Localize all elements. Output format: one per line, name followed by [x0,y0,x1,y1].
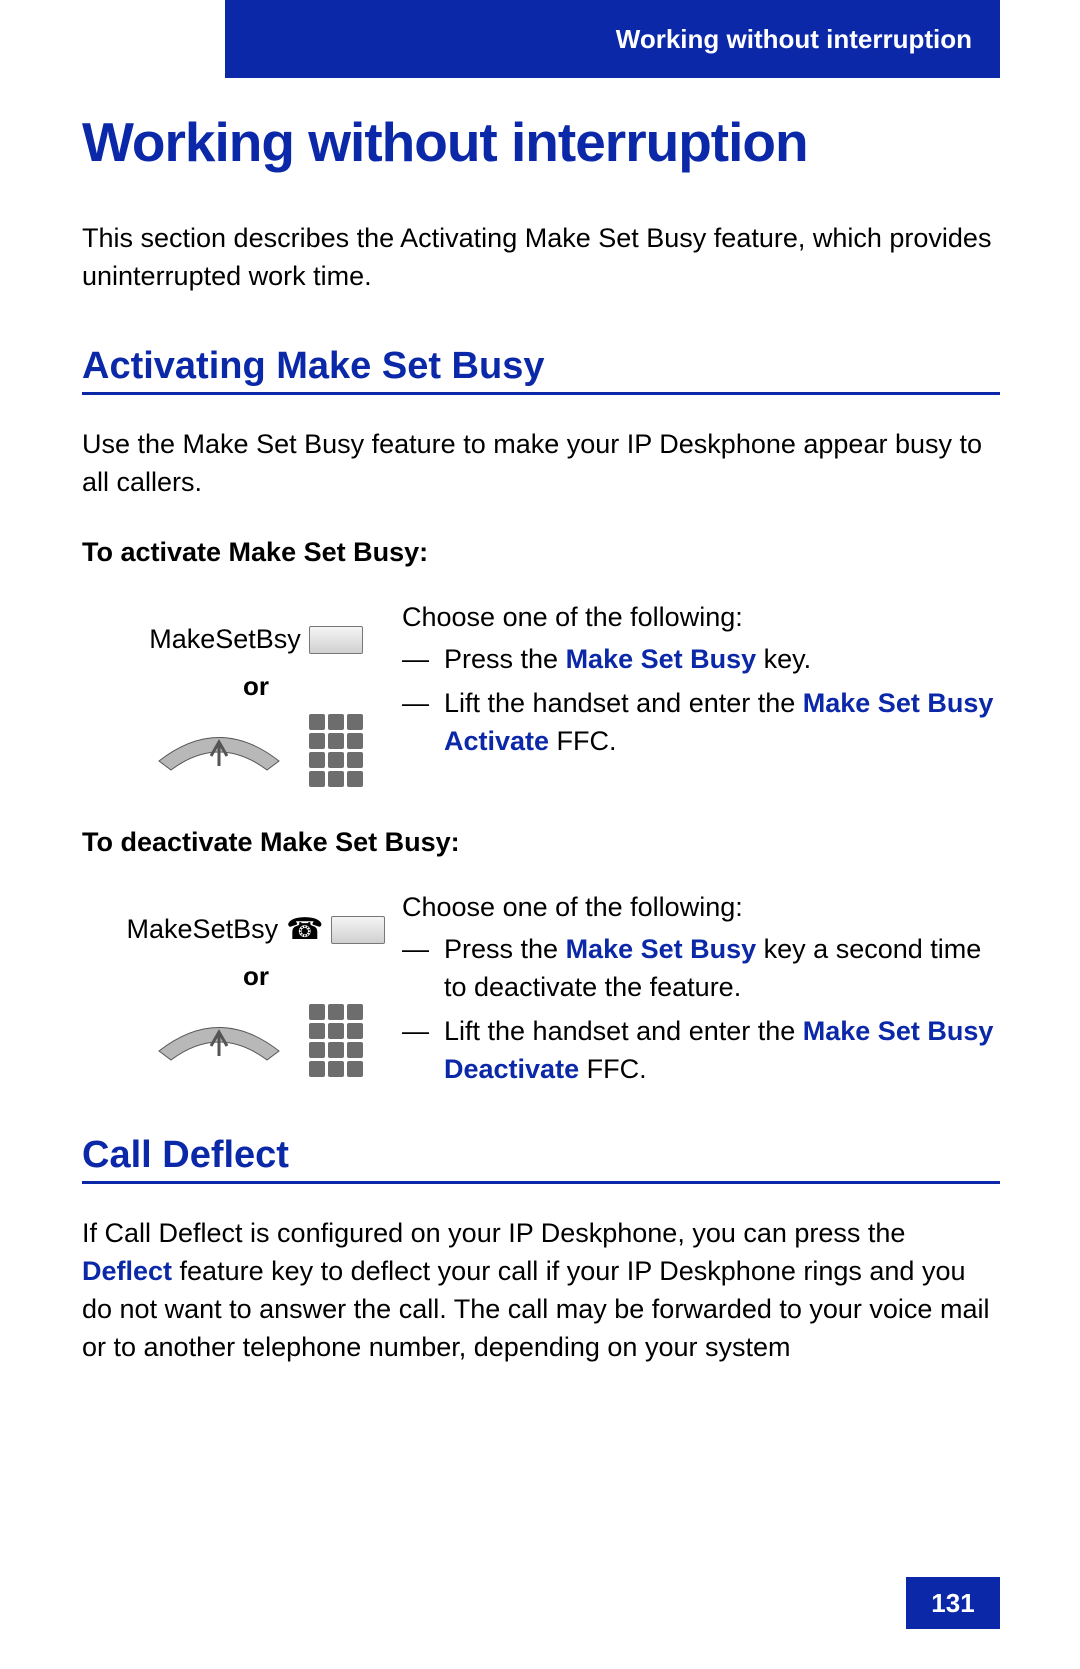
softkey-button-icon-2 [331,916,385,944]
make-set-busy-key: Make Set Busy [566,644,757,674]
handset-keypad-row-2 [110,1004,402,1077]
running-header: Working without interruption [225,0,1000,78]
activate-text-column: Choose one of the following: — Press the… [402,598,1000,787]
deactivate-item-2: — Lift the handset and enter the Make Se… [402,1012,1000,1088]
softkey-label: MakeSetBsy [149,624,301,655]
or-label-2: or [110,961,402,992]
softkey-line: MakeSetBsy [149,624,363,655]
activate-item-2: — Lift the handset and enter the Make Se… [402,684,1000,760]
activate-graphic-column: MakeSetBsy or [82,598,402,787]
activate-step: MakeSetBsy or Choose [82,598,1000,787]
phone-icon: ☎ [286,915,323,945]
deactivate-text-column: Choose one of the following: — Press the… [402,888,1000,1094]
page-number: 131 [906,1577,1000,1629]
section1-description: Use the Make Set Busy feature to make yo… [82,425,1000,501]
make-set-busy-key-2: Make Set Busy [566,934,757,964]
deactivate-graphic-column: MakeSetBsy ☎ or [82,888,402,1094]
page-title: Working without interruption [82,110,1000,174]
page-content: Working without interruption This sectio… [82,100,1000,1402]
intro-paragraph: This section describes the Activating Ma… [82,219,1000,295]
keypad-icon-2 [309,1004,363,1077]
softkey-label-2: MakeSetBsy [127,914,279,945]
handset-lift-icon-2 [149,1016,289,1066]
activate-lead: Choose one of the following: [402,598,1000,636]
deactivate-item-1: — Press the Make Set Busy key a second t… [402,930,1000,1006]
keypad-icon [309,714,363,787]
softkey-button-icon [309,626,363,654]
deactivate-step: MakeSetBsy ☎ or [82,888,1000,1094]
handset-lift-icon [149,726,289,776]
deactivate-label: To deactivate Make Set Busy: [82,827,1000,858]
section2-description: If Call Deflect is configured on your IP… [82,1214,1000,1366]
or-label: or [110,671,402,702]
activate-label: To activate Make Set Busy: [82,537,1000,568]
softkey-line-2: MakeSetBsy ☎ [127,914,386,945]
activate-item-1: — Press the Make Set Busy key. [402,640,1000,678]
section-heading-make-set-busy: Activating Make Set Busy [82,345,1000,395]
deflect-key: Deflect [82,1256,172,1286]
running-title: Working without interruption [616,24,972,55]
section-heading-call-deflect: Call Deflect [82,1134,1000,1184]
handset-keypad-row [110,714,402,787]
deactivate-lead: Choose one of the following: [402,888,1000,926]
